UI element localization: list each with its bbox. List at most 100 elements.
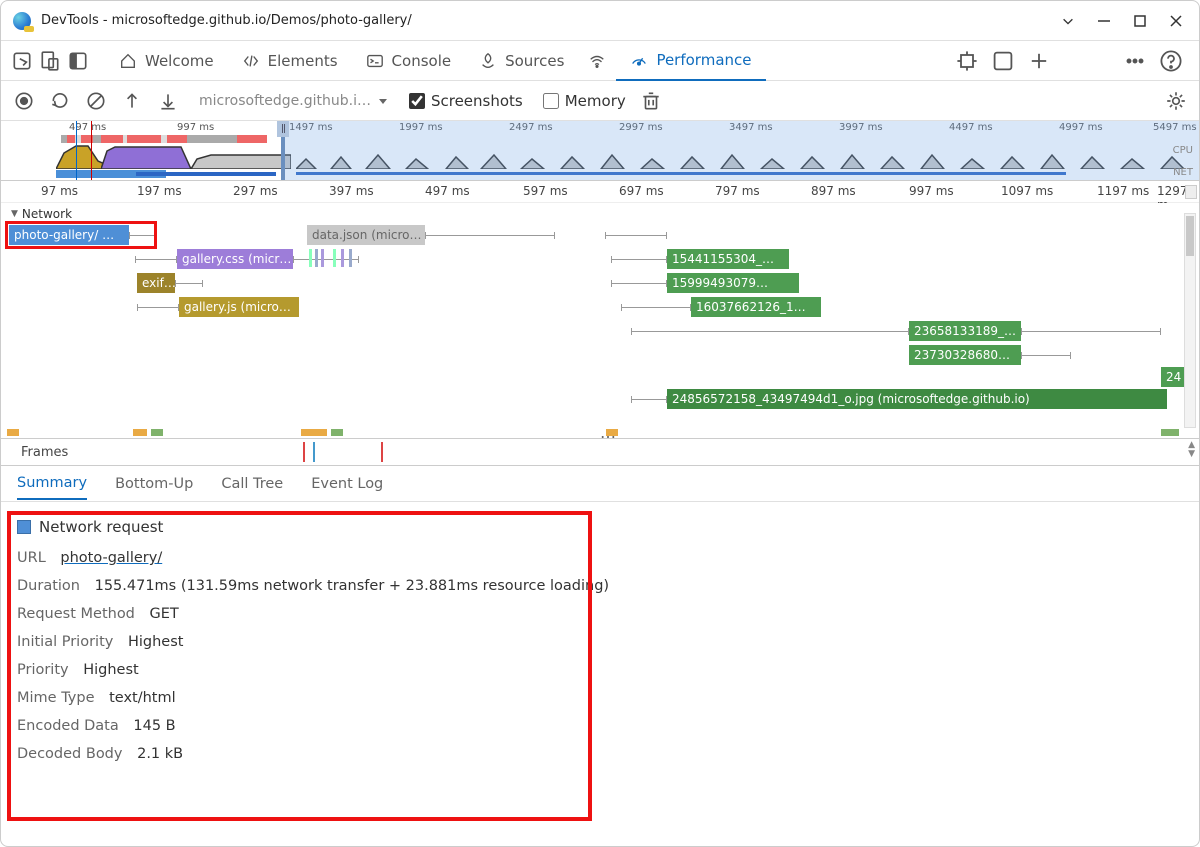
timeline-ruler[interactable]: 97 ms 197 ms 297 ms 397 ms 497 ms 597 ms… bbox=[1, 181, 1199, 203]
network-request-bar[interactable]: photo-gallery/ … bbox=[9, 225, 129, 245]
overview-handle-icon[interactable]: || bbox=[277, 121, 289, 137]
summary-row-init-priority: Initial Priority Highest bbox=[17, 634, 1183, 650]
summary-row-mime: Mime Type text/html bbox=[17, 690, 1183, 706]
recording-selector[interactable]: microsoftedge.github.i… bbox=[199, 93, 389, 109]
summary-row-url: URL photo-gallery/ bbox=[17, 550, 1183, 566]
tab-event-log[interactable]: Event Log bbox=[311, 469, 383, 499]
device-toggle-icon[interactable] bbox=[39, 50, 61, 72]
settings-gear-icon[interactable] bbox=[1165, 90, 1187, 112]
close-button[interactable] bbox=[1169, 14, 1183, 28]
network-request-bar[interactable]: exif… bbox=[137, 273, 175, 293]
mini-requests bbox=[309, 249, 359, 269]
ruler-tick: 97 ms bbox=[41, 184, 78, 198]
devtools-tabs: Welcome Elements Console Sources Perform… bbox=[1, 41, 1199, 81]
request-whisker bbox=[605, 235, 667, 236]
overview-marker bbox=[91, 121, 92, 180]
network-request-bar[interactable]: 16037662126_1… bbox=[691, 297, 821, 317]
window-titlebar: DevTools - microsoftedge.github.io/Demos… bbox=[1, 1, 1199, 41]
vertical-scrollbar[interactable] bbox=[1184, 213, 1196, 428]
request-whisker bbox=[611, 283, 667, 284]
tab-performance[interactable]: Performance bbox=[616, 41, 765, 81]
tab-welcome[interactable]: Welcome bbox=[105, 41, 228, 81]
frames-scroll-icon[interactable]: ▲▼ bbox=[1188, 441, 1195, 459]
ruler-tick: 297 ms bbox=[233, 184, 278, 198]
ruler-tick: 597 ms bbox=[523, 184, 568, 198]
request-whisker bbox=[611, 259, 667, 260]
request-whisker bbox=[135, 259, 177, 260]
tab-elements[interactable]: Elements bbox=[228, 41, 352, 81]
ruler-tick: 997 ms bbox=[909, 184, 954, 198]
network-request-bar[interactable]: data.json (micro… bbox=[307, 225, 425, 245]
panel-layout-icon[interactable] bbox=[991, 49, 1015, 73]
request-whisker bbox=[425, 235, 555, 236]
network-request-bar[interactable]: 15441155304_… bbox=[667, 249, 789, 269]
app-icon bbox=[13, 12, 31, 30]
scrollbar-icon[interactable] bbox=[1185, 185, 1197, 199]
request-whisker bbox=[621, 307, 691, 308]
frame-marker bbox=[381, 442, 383, 462]
reload-button[interactable] bbox=[49, 90, 71, 112]
summary-row-method: Request Method GET bbox=[17, 606, 1183, 622]
download-button[interactable] bbox=[157, 90, 179, 112]
overview-selection[interactable] bbox=[281, 121, 1199, 180]
network-request-bar[interactable]: 23658133189_… bbox=[909, 321, 1021, 341]
dock-side-icon[interactable] bbox=[67, 50, 89, 72]
ruler-tick: 497 ms bbox=[425, 184, 470, 198]
summary-row-duration: Duration 155.471ms (131.59ms network tra… bbox=[17, 578, 1183, 594]
request-whisker bbox=[175, 283, 203, 284]
upload-button[interactable] bbox=[121, 90, 143, 112]
network-request-bar[interactable]: gallery.js (micro… bbox=[179, 297, 299, 317]
tab-call-tree[interactable]: Call Tree bbox=[221, 469, 283, 499]
summary-url-link[interactable]: photo-gallery/ bbox=[60, 550, 162, 566]
summary-row-decoded: Decoded Body 2.1 kB bbox=[17, 746, 1183, 762]
chevron-down-icon[interactable] bbox=[1061, 14, 1075, 28]
request-whisker bbox=[631, 399, 667, 400]
tab-console[interactable]: Console bbox=[352, 41, 466, 81]
cpu-label: CPU bbox=[1173, 145, 1193, 156]
ruler-tick: 197 ms bbox=[137, 184, 182, 198]
overview-marker bbox=[76, 121, 77, 180]
overview-tick: 997 ms bbox=[177, 122, 214, 133]
request-whisker bbox=[631, 331, 909, 332]
network-request-bar[interactable]: 15999493079… bbox=[667, 273, 799, 293]
request-whisker bbox=[1021, 355, 1071, 356]
summary-row-encoded: Encoded Data 145 B bbox=[17, 718, 1183, 734]
clear-button[interactable] bbox=[85, 90, 107, 112]
tab-bottom-up[interactable]: Bottom-Up bbox=[115, 469, 193, 499]
ruler-tick: 1097 ms bbox=[1001, 184, 1053, 198]
frames-label: Frames bbox=[21, 445, 68, 460]
network-request-bar[interactable]: 24856572158_43497494d1_o.jpg (microsofte… bbox=[667, 389, 1167, 409]
request-color-swatch bbox=[17, 520, 31, 534]
performance-toolbar: microsoftedge.github.i… Screenshots Memo… bbox=[1, 81, 1199, 121]
minimize-button[interactable] bbox=[1097, 14, 1111, 28]
network-request-bar[interactable]: 23730328680… bbox=[909, 345, 1021, 365]
network-request-bar[interactable]: gallery.css (micr… bbox=[177, 249, 293, 269]
memory-checkbox[interactable]: Memory bbox=[543, 92, 626, 110]
overview-tick: 497 ms bbox=[69, 122, 106, 133]
frame-marker bbox=[303, 442, 305, 462]
screenshots-checkbox[interactable]: Screenshots bbox=[409, 92, 523, 110]
ruler-tick: 1197 ms bbox=[1097, 184, 1149, 198]
more-icon[interactable] bbox=[1123, 49, 1147, 73]
flame-chart-area[interactable]: Network photo-gallery/ … gallery.css (mi… bbox=[1, 203, 1199, 438]
window-title: DevTools - microsoftedge.github.io/Demos… bbox=[41, 13, 412, 28]
tab-sources[interactable]: Sources bbox=[465, 41, 578, 81]
trash-icon[interactable] bbox=[640, 90, 662, 112]
frames-track[interactable]: Frames ▲▼ bbox=[1, 438, 1199, 466]
tab-summary[interactable]: Summary bbox=[17, 468, 87, 500]
detail-tabs: Summary Bottom-Up Call Tree Event Log bbox=[1, 466, 1199, 502]
request-whisker bbox=[129, 235, 157, 236]
network-request-bar[interactable]: 24 bbox=[1161, 367, 1185, 387]
tab-network-icon[interactable] bbox=[578, 41, 616, 81]
cpu-throttle-icon[interactable] bbox=[955, 49, 979, 73]
network-track-header[interactable]: Network bbox=[11, 207, 72, 221]
timeline-overview[interactable]: 497 ms 997 ms 1497 ms 1997 ms 2497 ms 29… bbox=[1, 121, 1199, 181]
maximize-button[interactable] bbox=[1133, 14, 1147, 28]
help-icon[interactable] bbox=[1159, 49, 1183, 73]
add-tab-icon[interactable] bbox=[1027, 49, 1051, 73]
summary-row-priority: Priority Highest bbox=[17, 662, 1183, 678]
record-button[interactable] bbox=[13, 90, 35, 112]
inspect-icon[interactable] bbox=[11, 50, 33, 72]
request-whisker bbox=[137, 307, 179, 308]
ruler-tick: 797 ms bbox=[715, 184, 760, 198]
